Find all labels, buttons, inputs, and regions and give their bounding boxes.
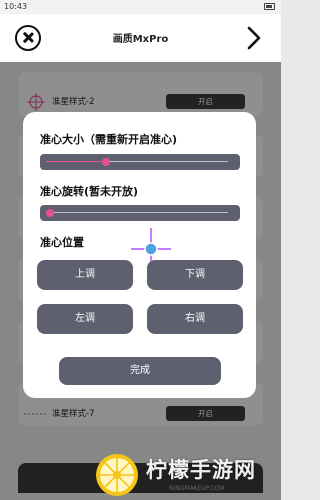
- slider-fill: [46, 161, 107, 162]
- size-slider[interactable]: [40, 154, 240, 170]
- battery-icon: [264, 3, 275, 10]
- position-label: 准心位置: [40, 236, 84, 249]
- rotate-label: 准心旋转(暂未开放): [40, 185, 139, 198]
- slider-thumb[interactable]: [102, 158, 111, 166]
- move-down-button[interactable]: 下调: [147, 260, 243, 290]
- page-title: 画质MxPro: [112, 34, 169, 45]
- watermark-brand: 柠檬手游网: [146, 458, 256, 482]
- lemon-logo-icon: [96, 454, 138, 496]
- top-bar: 画质MxPro: [0, 14, 281, 62]
- crosshair-settings-dialog: 准心大小（需重新开启准心) 准心旋转(暂未开放) 准心位置 上调 下调 左调 右…: [23, 112, 256, 398]
- status-bar: 10:43: [0, 0, 281, 14]
- move-right-button[interactable]: 右调: [147, 304, 243, 334]
- slider-thumb[interactable]: [45, 209, 54, 217]
- status-time: 10:43: [4, 2, 28, 11]
- rotate-slider[interactable]: [40, 205, 240, 221]
- move-left-button[interactable]: 左调: [37, 304, 133, 334]
- done-button[interactable]: 完成: [59, 357, 221, 385]
- slider-track: [46, 212, 228, 213]
- chevron-right-icon[interactable]: [244, 26, 264, 50]
- size-label: 准心大小（需重新开启准心): [40, 133, 178, 146]
- watermark-url: NINGMAKEUP.COM: [169, 485, 225, 492]
- move-up-button[interactable]: 上调: [37, 260, 133, 290]
